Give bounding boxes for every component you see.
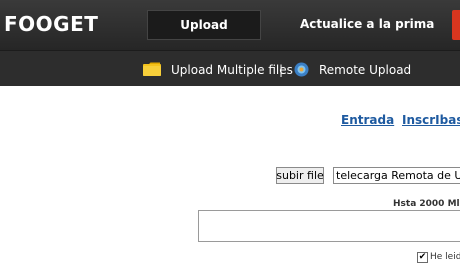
globe-icon bbox=[294, 62, 309, 77]
agree-checkbox[interactable]: ✔ bbox=[417, 252, 428, 263]
accent-button[interactable] bbox=[452, 10, 460, 40]
separator: | bbox=[279, 63, 284, 77]
remote-download-button[interactable]: telecarga Remota de UR bbox=[333, 167, 460, 184]
site-logo[interactable]: FOOGET bbox=[4, 12, 98, 36]
file-size-limit-text: Hsta 2000 Ml bbox=[393, 199, 460, 209]
top-navigation-bar: FOOGET Upload Actualice a la prima bbox=[0, 0, 460, 50]
upload-multiple-files-link[interactable]: Upload Multiple files bbox=[171, 63, 293, 77]
tab-upload-label: Upload bbox=[180, 18, 228, 32]
tab-upload[interactable]: Upload bbox=[147, 10, 261, 40]
remote-upload-link[interactable]: Remote Upload bbox=[319, 63, 411, 77]
login-link[interactable]: Entrada bbox=[341, 113, 394, 127]
signup-link[interactable]: InscrIbase bbox=[402, 113, 460, 127]
tab-upgrade-premium[interactable]: Actualice a la prima bbox=[300, 17, 434, 31]
folder-icon bbox=[143, 62, 161, 76]
upload-file-button-label: subir file bbox=[276, 169, 324, 182]
file-description-textarea[interactable] bbox=[198, 210, 460, 242]
upload-file-button[interactable]: subir file bbox=[276, 167, 324, 184]
agree-checkbox-label: He leid bbox=[430, 252, 460, 262]
upload-options-bar: Upload Multiple files | Remote Upload bbox=[0, 50, 460, 86]
remote-download-button-label: telecarga Remota de UR bbox=[336, 169, 460, 182]
